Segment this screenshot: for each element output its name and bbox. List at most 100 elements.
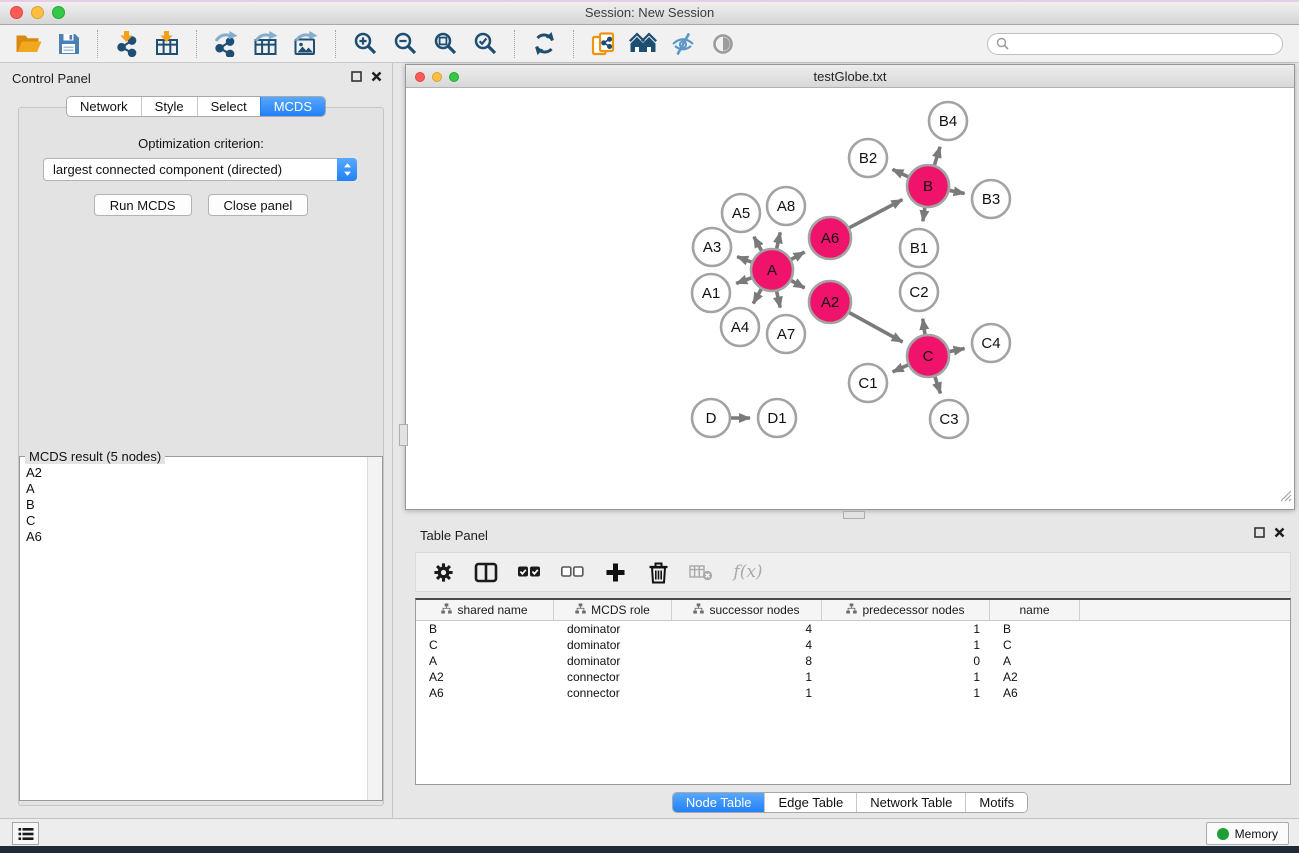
table-cell[interactable]: 1 (822, 670, 990, 684)
table-cell[interactable]: 4 (672, 638, 822, 652)
graph-node-C4[interactable]: C4 (972, 324, 1010, 362)
table-cell[interactable]: B (990, 622, 1080, 636)
graph-edge-A-A3[interactable] (737, 257, 751, 262)
function-builder-button[interactable]: f(x) (731, 558, 765, 586)
graph-edge-C-C3[interactable] (935, 377, 941, 394)
table-cell[interactable]: A6 (990, 686, 1080, 700)
graph-node-A2[interactable]: A2 (809, 281, 851, 323)
graph-node-A3[interactable]: A3 (693, 228, 731, 266)
criterion-dropdown[interactable]: largest connected component (directed) (43, 158, 357, 181)
graph-node-B2[interactable]: B2 (849, 139, 887, 177)
home-layout-button[interactable] (623, 28, 663, 60)
add-column-button[interactable] (602, 558, 628, 586)
column-header-MCDS-role[interactable]: MCDS role (554, 600, 672, 620)
tab-style[interactable]: Style (141, 97, 197, 116)
network-close-button[interactable] (415, 72, 425, 82)
graph-node-A7[interactable]: A7 (767, 315, 805, 353)
export-network-button[interactable] (206, 28, 246, 60)
table-cell[interactable]: dominator (554, 638, 672, 652)
graph-node-C2[interactable]: C2 (900, 273, 938, 311)
run-mcds-button[interactable]: Run MCDS (94, 194, 192, 216)
table-row[interactable]: A2connector11A2 (416, 669, 1290, 685)
graph-node-B1[interactable]: B1 (900, 229, 938, 267)
column-header-successor-nodes[interactable]: successor nodes (672, 600, 822, 620)
table-cell[interactable]: A (416, 654, 554, 668)
search-box[interactable] (987, 33, 1283, 55)
close-panel-icon[interactable] (1274, 527, 1285, 538)
graph-node-A4[interactable]: A4 (721, 308, 759, 346)
table-cell[interactable]: 1 (672, 686, 822, 700)
zoom-out-button[interactable] (385, 28, 425, 60)
graph-edge-A2-C[interactable] (849, 313, 902, 342)
graph-node-C3[interactable]: C3 (930, 400, 968, 438)
memory-button[interactable]: Memory (1206, 822, 1289, 845)
search-input[interactable] (1014, 36, 1274, 52)
table-cell[interactable]: A2 (416, 670, 554, 684)
graph-edge-A6-B[interactable] (849, 200, 902, 228)
table-cell[interactable]: B (416, 622, 554, 636)
graph-node-A8[interactable]: A8 (767, 187, 805, 225)
result-item[interactable]: B (26, 497, 366, 513)
table-cell[interactable]: connector (554, 670, 672, 684)
import-table-button[interactable] (147, 28, 187, 60)
float-panel-icon[interactable] (1254, 527, 1265, 538)
result-item[interactable]: A6 (26, 529, 366, 545)
duplicate-network-button[interactable] (583, 28, 623, 60)
graph-node-D1[interactable]: D1 (758, 399, 796, 437)
table-cell[interactable]: connector (554, 686, 672, 700)
export-table-button[interactable] (246, 28, 286, 60)
graph-edge-A-A7[interactable] (777, 291, 781, 307)
result-item[interactable]: A2 (26, 465, 366, 481)
close-panel-icon[interactable] (371, 71, 382, 82)
table-cell[interactable]: 1 (672, 670, 822, 684)
horizontal-splitter-handle[interactable] (843, 511, 865, 519)
graph-node-A1[interactable]: A1 (692, 274, 730, 312)
tab-node-table[interactable]: Node Table (673, 793, 765, 812)
column-header-name[interactable]: name (990, 600, 1080, 620)
column-header-predecessor-nodes[interactable]: predecessor nodes (822, 600, 990, 620)
graph-node-B[interactable]: B (907, 165, 949, 207)
save-session-button[interactable] (48, 28, 88, 60)
table-row[interactable]: Bdominator41B (416, 621, 1290, 637)
graph-edge-B-B4[interactable] (934, 147, 940, 165)
deselect-all-rows-button[interactable] (559, 558, 585, 586)
zoom-fit-button[interactable] (425, 28, 465, 60)
zoom-selected-button[interactable] (465, 28, 505, 60)
graph-edge-A-A4[interactable] (753, 289, 761, 303)
open-session-button[interactable] (8, 28, 48, 60)
graph-edge-A-A2[interactable] (791, 281, 804, 288)
tab-mcds[interactable]: MCDS (260, 97, 325, 116)
graph-edge-B-B1[interactable] (923, 208, 925, 222)
result-item[interactable]: C (26, 513, 366, 529)
table-cell[interactable]: A2 (990, 670, 1080, 684)
result-item[interactable]: A (26, 481, 366, 497)
import-network-button[interactable] (107, 28, 147, 60)
table-settings-button[interactable] (430, 558, 456, 586)
table-cell[interactable]: 1 (822, 686, 990, 700)
graph-node-B4[interactable]: B4 (929, 102, 967, 140)
network-graph[interactable]: B4B2BB3A8A5A6A3B1AA1C2A2A4A7C4CC1C3DD1 (406, 88, 1294, 509)
graph-edge-B-B2[interactable] (892, 169, 908, 176)
vertical-splitter-handle[interactable] (399, 424, 408, 446)
task-history-button[interactable] (12, 822, 39, 845)
tab-select[interactable]: Select (197, 97, 260, 116)
delete-column-button[interactable] (645, 558, 671, 586)
delete-table-button[interactable] (688, 558, 714, 586)
float-panel-icon[interactable] (351, 71, 362, 82)
refresh-layout-button[interactable] (524, 28, 564, 60)
graph-node-A6[interactable]: A6 (809, 217, 851, 259)
network-maximize-button[interactable] (449, 72, 459, 82)
table-cell[interactable]: dominator (554, 622, 672, 636)
table-cell[interactable]: 8 (672, 654, 822, 668)
graph-node-C[interactable]: C (907, 335, 949, 377)
table-cell[interactable]: A (990, 654, 1080, 668)
network-canvas[interactable]: B4B2BB3A8A5A6A3B1AA1C2A2A4A7C4CC1C3DD1 (406, 88, 1294, 509)
table-cell[interactable]: dominator (554, 654, 672, 668)
graph-edge-A-A1[interactable] (736, 278, 751, 284)
table-cell[interactable]: 1 (822, 622, 990, 636)
table-row[interactable]: Cdominator41C (416, 637, 1290, 653)
network-window-titlebar[interactable]: testGlobe.txt (406, 65, 1294, 88)
table-cell[interactable]: 1 (822, 638, 990, 652)
graph-edge-C-C2[interactable] (923, 319, 925, 334)
column-header-shared-name[interactable]: shared name (416, 600, 554, 620)
